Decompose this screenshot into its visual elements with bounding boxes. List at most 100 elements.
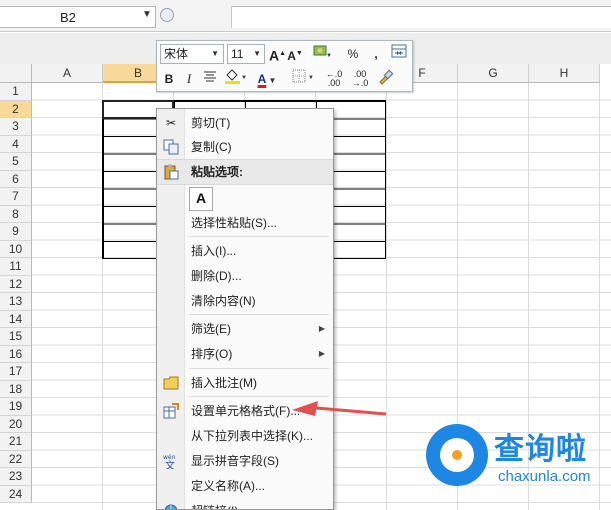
shrink-font-button[interactable]: A▼ <box>287 44 303 64</box>
menu-item-paste-special-label: 选择性粘贴(S)... <box>191 216 277 230</box>
font-color-icon: A <box>257 72 267 86</box>
row-header-17[interactable]: 17 <box>0 363 32 381</box>
row-header-14[interactable]: 14 <box>0 310 32 328</box>
resize-handle[interactable] <box>160 8 174 22</box>
row-header-6[interactable]: 6 <box>0 170 32 188</box>
row-header-5[interactable]: 5 <box>0 153 32 171</box>
paint-bucket-icon: ▼ <box>225 69 247 84</box>
name-box-value: B2 <box>60 10 76 25</box>
menu-item-sort-label: 排序(O) <box>191 347 233 361</box>
column-header-g[interactable]: G <box>458 64 529 83</box>
chevron-down-icon[interactable]: ▼ <box>142 9 152 20</box>
row-header-3[interactable]: 3 <box>0 118 32 136</box>
grow-font-button[interactable]: A▲ <box>269 44 286 64</box>
font-size-value: 11 <box>231 47 244 61</box>
context-menu: ✂ 剪切(T) 复制(C) 粘贴选项: A 选择性粘贴(S)... 插入(I).… <box>156 108 334 510</box>
row-header-15[interactable]: 15 <box>0 328 32 346</box>
format-painter-button[interactable] <box>375 69 395 89</box>
accounting-format-button[interactable]: ▼ <box>309 44 335 64</box>
decrease-decimal-button[interactable]: .00 →.0 <box>349 69 371 90</box>
menu-item-hyperlink-label: 超链接(I)... <box>191 499 248 509</box>
chevron-down-icon[interactable]: ▼ <box>253 45 261 63</box>
row-header-19[interactable]: 19 <box>0 398 32 416</box>
row-header-16[interactable]: 16 <box>0 345 32 363</box>
row-header-10[interactable]: 10 <box>0 240 32 258</box>
comma-button[interactable]: , <box>369 44 383 64</box>
row-header-12[interactable]: 12 <box>0 275 32 293</box>
increase-decimal-button[interactable]: ←.0 .00 <box>323 69 345 90</box>
format-painter-icon <box>379 69 394 85</box>
font-color-button[interactable]: A ▼ <box>253 69 281 89</box>
italic-button[interactable]: I <box>181 69 197 89</box>
column-header-a[interactable]: A <box>32 64 103 83</box>
submenu-arrow-icon: ▶ <box>318 324 325 333</box>
row-header-11[interactable]: 11 <box>0 258 32 276</box>
paste-options-header: 粘贴选项: <box>157 159 333 185</box>
chevron-down-icon[interactable]: ▼ <box>266 76 276 85</box>
scissors-icon: ✂ <box>165 116 177 130</box>
column-header-h[interactable]: H <box>529 64 600 83</box>
bold-button[interactable]: B <box>160 69 178 89</box>
center-align-button[interactable] <box>201 69 219 89</box>
decrease-decimal-icon: .00 →.0 <box>351 69 369 88</box>
watermark-brand-en: chaxunla.com <box>498 468 591 485</box>
menu-separator <box>189 236 329 237</box>
formula-input[interactable] <box>232 6 611 28</box>
menu-item-cut[interactable]: ✂ 剪切(T) <box>157 111 333 135</box>
menu-separator <box>189 396 329 397</box>
row-header-24[interactable]: 24 <box>0 485 32 503</box>
row-header-18[interactable]: 18 <box>0 380 32 398</box>
select-all-corner[interactable] <box>0 64 32 83</box>
menu-item-paste-special[interactable]: 选择性粘贴(S)... <box>157 211 333 235</box>
menu-item-show-phonetic-label: 显示拼音字段(S) <box>191 454 279 468</box>
menu-item-insert-label: 插入(I)... <box>191 244 237 258</box>
shrink-font-icon: A <box>287 49 296 63</box>
row-header-7[interactable]: 7 <box>0 188 32 206</box>
row-header-2[interactable]: 2 <box>0 100 32 118</box>
row-header-23[interactable]: 23 <box>0 468 32 486</box>
menu-item-copy[interactable]: 复制(C) <box>157 135 333 159</box>
menu-item-insert[interactable]: 插入(I)... <box>157 239 333 263</box>
row-header-9[interactable]: 9 <box>0 223 32 241</box>
merge-cells-icon <box>391 44 407 58</box>
format-cells-icon <box>163 403 179 419</box>
fill-color-button[interactable]: ▼ <box>223 69 249 89</box>
menu-item-format-cells-label: 设置单元格格式(F)... <box>191 404 301 418</box>
menu-item-clear-contents-label: 清除内容(N) <box>191 294 256 308</box>
submenu-arrow-icon: ▶ <box>318 349 325 358</box>
row-header-13[interactable]: 13 <box>0 293 32 311</box>
menu-item-clear-contents[interactable]: 清除内容(N) <box>157 289 333 313</box>
hyperlink-icon <box>163 503 179 509</box>
row-header-8[interactable]: 8 <box>0 205 32 223</box>
menu-item-delete[interactable]: 删除(D)... <box>157 264 333 288</box>
watermark-logo <box>426 424 488 486</box>
merge-center-button[interactable] <box>389 44 409 64</box>
row-header-21[interactable]: 21 <box>0 433 32 451</box>
comment-icon <box>163 375 179 391</box>
row-header-22[interactable]: 22 <box>0 450 32 468</box>
paste-options-label: 粘贴选项: <box>191 165 243 179</box>
chevron-down-icon[interactable]: ▼ <box>211 45 219 63</box>
font-size-combo[interactable]: 11 ▼ <box>227 44 265 64</box>
menu-item-define-name[interactable]: 定义名称(A)... <box>157 474 333 498</box>
menu-item-filter[interactable]: 筛选(E) ▶ <box>157 317 333 341</box>
paste-icon <box>163 164 179 180</box>
increase-decimal-icon: ←.0 .00 <box>325 69 343 88</box>
row-header-1[interactable]: 1 <box>0 83 32 101</box>
borders-button[interactable]: ▼ <box>291 69 317 89</box>
name-box[interactable]: B2 ▼ <box>0 6 156 28</box>
menu-item-sort[interactable]: 排序(O) ▶ <box>157 342 333 366</box>
menu-item-pick-from-list[interactable]: 从下拉列表中选择(K)... <box>157 424 333 448</box>
row-header-20[interactable]: 20 <box>0 415 32 433</box>
watermark-brand-cn: 查询啦 <box>494 433 587 466</box>
font-name-combo[interactable]: 宋体 ▼ <box>160 44 224 64</box>
percent-button[interactable]: % <box>345 44 361 64</box>
paste-option-a-button[interactable]: A <box>189 187 213 211</box>
svg-text:文: 文 <box>165 459 175 469</box>
row-header-4[interactable]: 4 <box>0 135 32 153</box>
font-name-value: 宋体 <box>164 47 189 61</box>
menu-item-hyperlink[interactable]: 超链接(I)... <box>157 499 333 509</box>
menu-separator <box>189 368 329 369</box>
menu-item-show-phonetic[interactable]: wén 文 显示拼音字段(S) <box>157 449 333 473</box>
menu-item-insert-comment[interactable]: 插入批注(M) <box>157 371 333 395</box>
